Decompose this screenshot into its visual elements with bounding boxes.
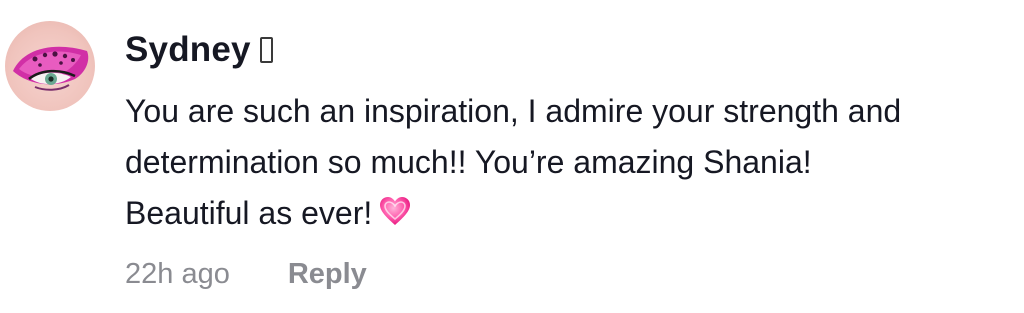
avatar[interactable] xyxy=(5,21,95,111)
comment-text-line: Beautiful as ever! xyxy=(125,195,373,231)
comment-text: You are such an inspiration, I admire yo… xyxy=(125,86,1015,242)
eye-makeup-avatar-icon xyxy=(13,46,89,91)
comment-text-line: determination so much!! You’re amazing S… xyxy=(125,144,812,180)
timestamp: 22h ago xyxy=(125,258,230,290)
heart-emoji-icon xyxy=(378,191,412,242)
comment-item: Sydney You are such an inspiration, I ad… xyxy=(0,0,1024,313)
author-name[interactable]: Sydney xyxy=(125,30,251,70)
comment-text-line-last: Beautiful as ever! xyxy=(125,188,1015,242)
comment-meta: 22h ago Reply xyxy=(125,258,367,291)
reply-button[interactable]: Reply xyxy=(288,258,367,291)
missing-glyph-badge-icon xyxy=(259,37,273,63)
author-row: Sydney xyxy=(125,26,273,74)
comment-text-line: You are such an inspiration, I admire yo… xyxy=(125,93,902,129)
